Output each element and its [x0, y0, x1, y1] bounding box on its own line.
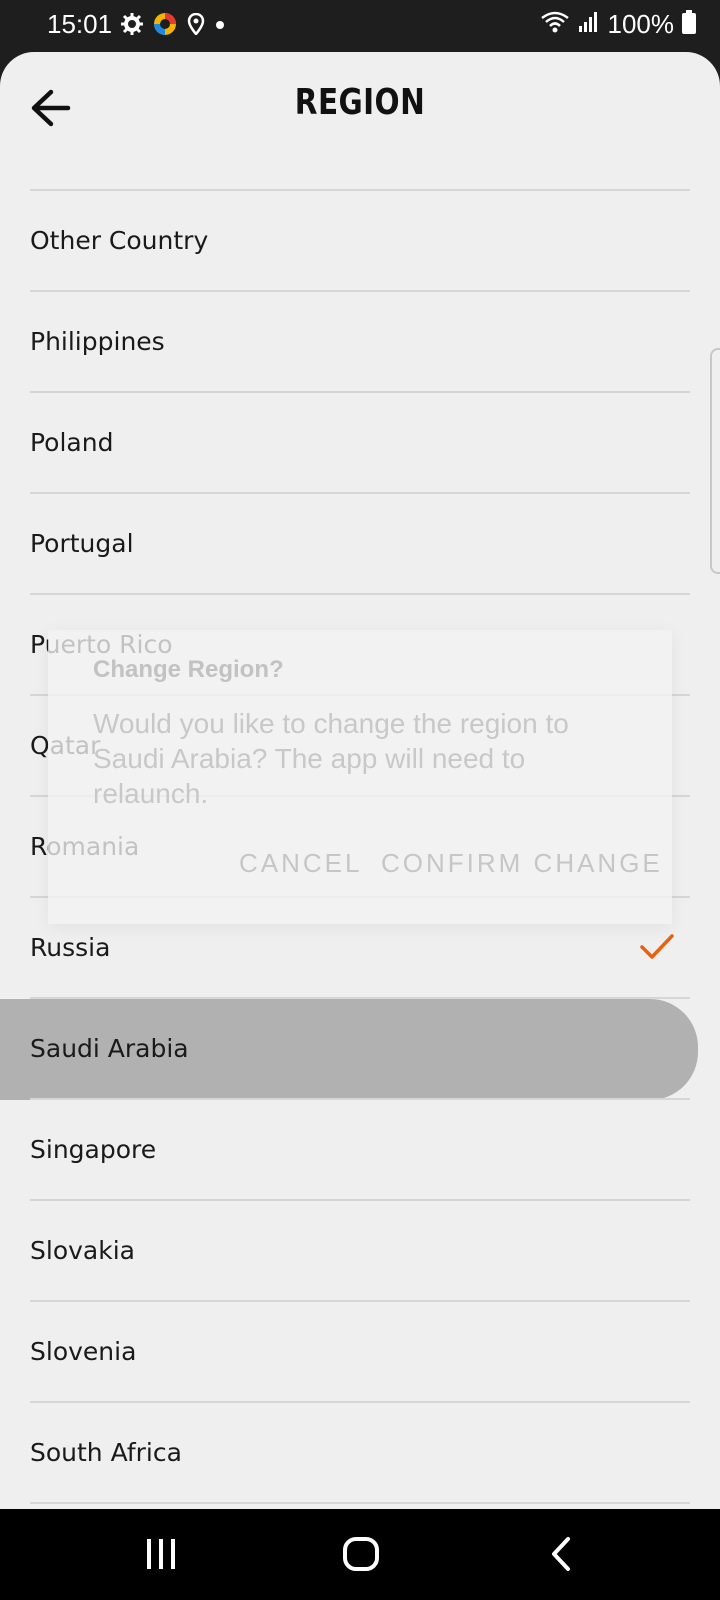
cancel-button[interactable]: CANCEL [239, 848, 362, 879]
home-button[interactable] [331, 1529, 391, 1579]
home-icon [343, 1537, 379, 1571]
region-label: Slovenia [30, 1337, 137, 1366]
gear-icon [121, 12, 143, 40]
region-row[interactable]: South Africa [0, 1403, 720, 1504]
navigation-bar [0, 1509, 720, 1600]
region-sheet: REGION Other Country Philippines Poland Por… [0, 52, 720, 1509]
region-row[interactable]: Poland [0, 393, 720, 494]
region-row[interactable]: Slovenia [0, 1302, 720, 1403]
status-time: 15:01 [47, 9, 113, 39]
location-icon [187, 12, 205, 40]
battery-percent: 100% [607, 9, 675, 39]
confirm-change-button[interactable]: CONFIRM CHANGE [381, 848, 663, 879]
dialog-title: Change Region? [93, 656, 284, 683]
region-label: Other Country [30, 226, 209, 255]
dot-icon [215, 17, 225, 35]
battery-icon [682, 10, 696, 39]
wifi-icon [540, 10, 570, 39]
back-nav-button[interactable] [532, 1529, 592, 1579]
checkmark-icon [640, 934, 674, 959]
region-label: Portugal [30, 529, 134, 558]
status-bar: 15:01 100% [0, 0, 720, 52]
region-row[interactable]: Saudi Arabia [0, 999, 698, 1100]
region-label: Philippines [30, 327, 165, 356]
region-row[interactable]: Philippines [0, 292, 720, 393]
region-row[interactable]: Portugal [0, 494, 720, 595]
dialog-message: Would you like to change the region to S… [93, 708, 569, 809]
recents-button[interactable] [131, 1529, 191, 1579]
region-label: Slovakia [30, 1236, 135, 1265]
region-label: Saudi Arabia [30, 1034, 189, 1063]
back-chevron-icon [552, 1537, 570, 1571]
region-label: Poland [30, 428, 114, 457]
status-right: 100% [540, 9, 696, 40]
recents-icon [147, 1539, 175, 1569]
region-row[interactable]: Slovakia [0, 1201, 720, 1302]
color-app-icon [153, 12, 177, 41]
region-row[interactable]: Singapore [0, 1100, 720, 1201]
region-label: South Africa [30, 1438, 182, 1467]
page-title: REGION [294, 82, 426, 123]
change-region-dialog: Change Region? Would you like to change … [48, 630, 672, 924]
status-icons-left [121, 10, 225, 42]
region-row[interactable]: Other Country [0, 191, 720, 292]
divider [30, 1502, 690, 1504]
region-label: Singapore [30, 1135, 157, 1164]
scrollbar-thumb[interactable] [710, 348, 720, 574]
signal-icon [578, 11, 600, 38]
